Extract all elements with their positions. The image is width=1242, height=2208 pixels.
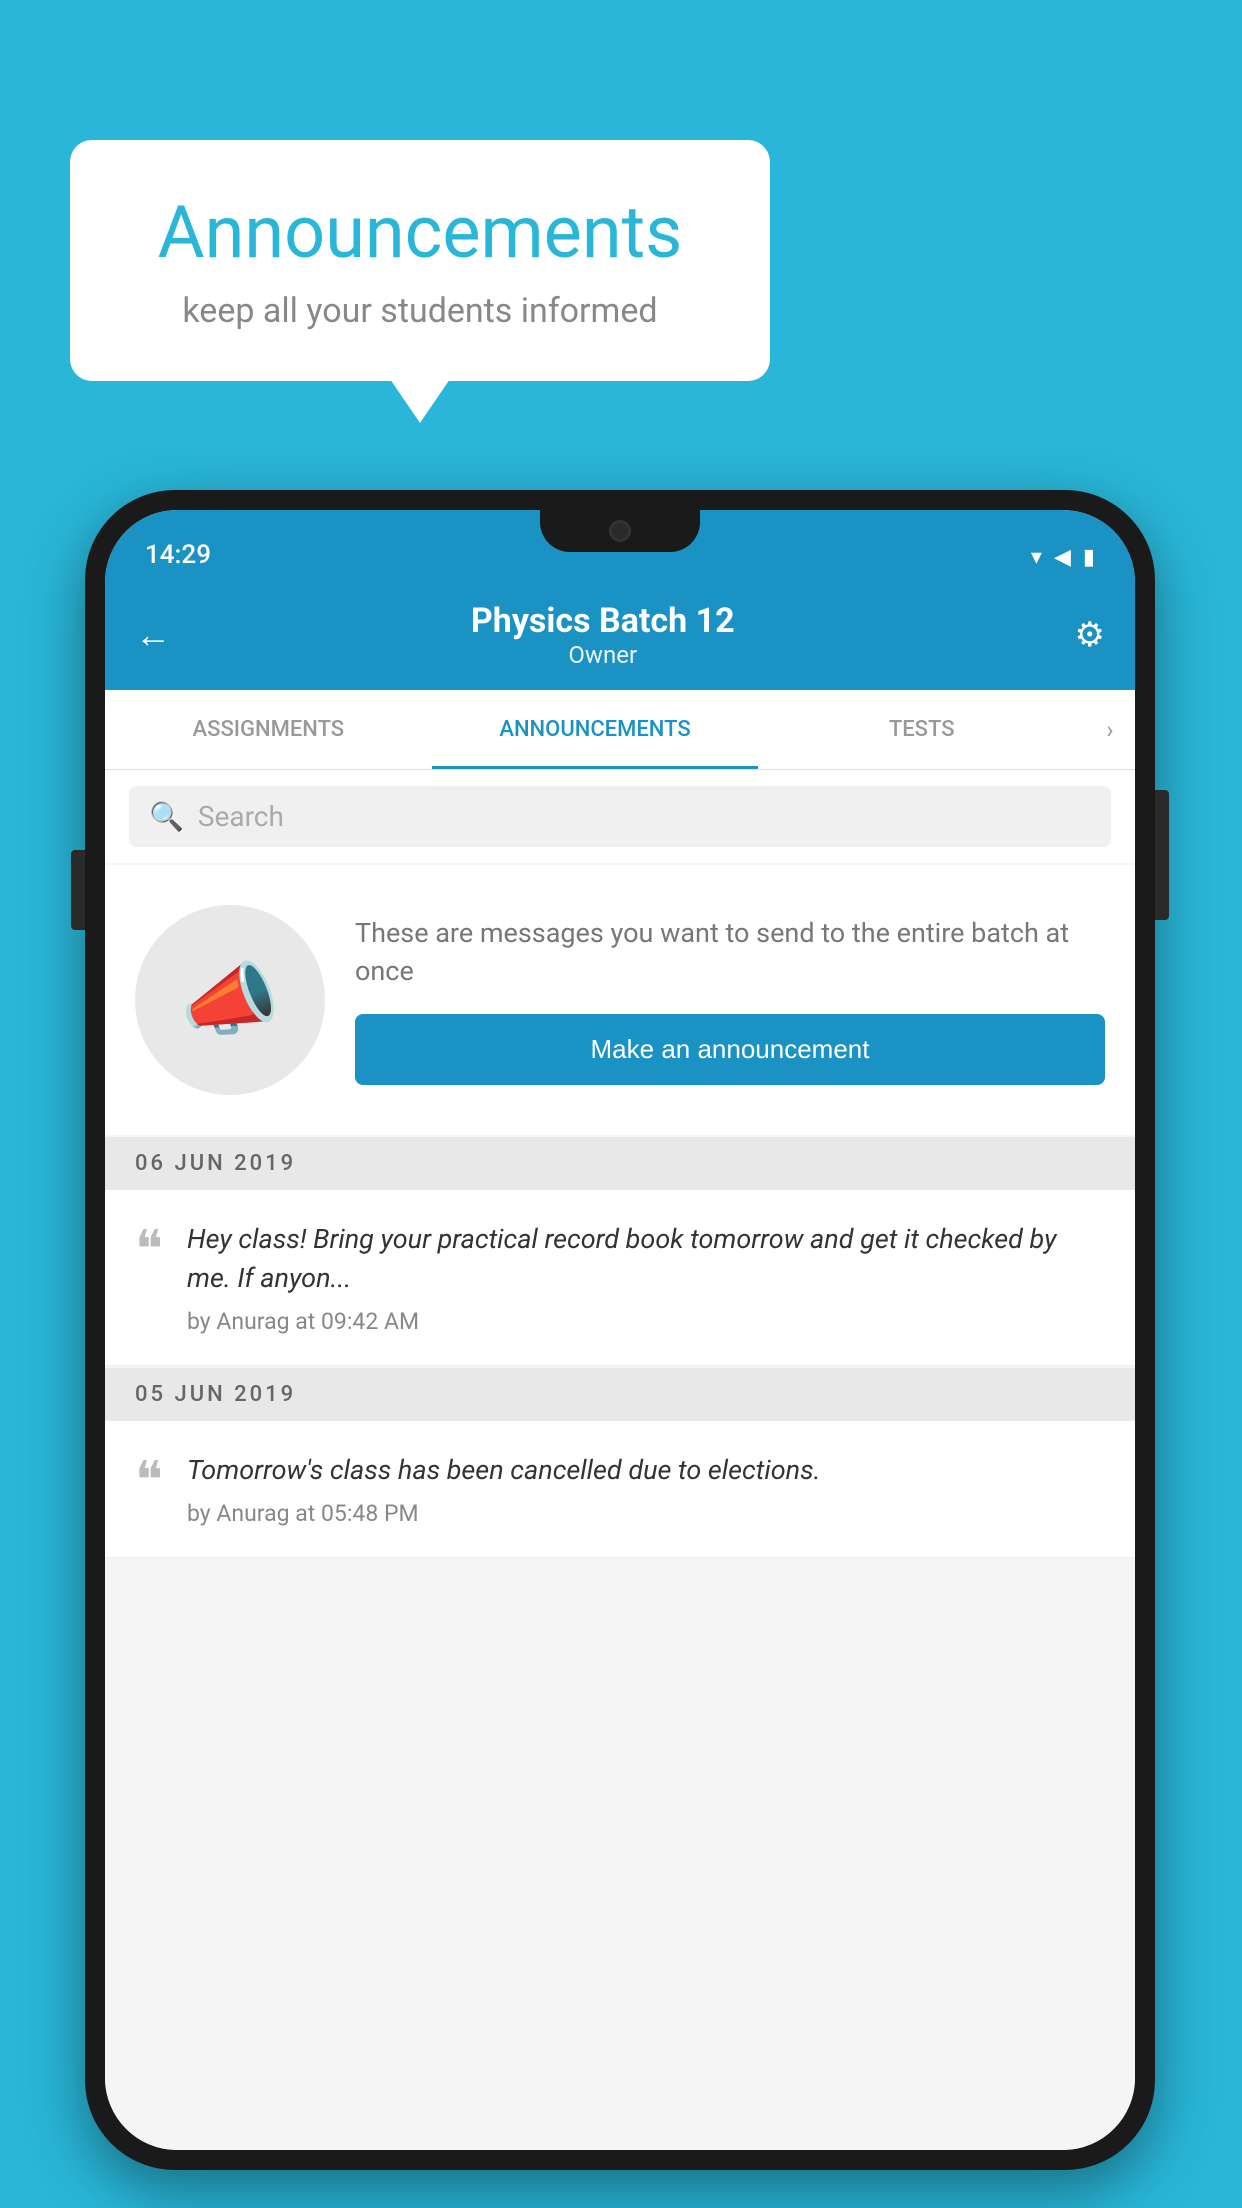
speech-bubble-subtitle: keep all your students informed xyxy=(130,291,710,331)
content-area: 🔍 Search 📣 These are messages you want t… xyxy=(105,770,1135,2150)
announcement-item-1[interactable]: ❝ Hey class! Bring your practical record… xyxy=(105,1190,1135,1366)
phone-outer: 14:29 ▾ ◀ ▮ ← Physics Batch 12 Owner ⚙ xyxy=(85,490,1155,2170)
phone-notch xyxy=(540,510,700,552)
search-bar[interactable]: 🔍 Search xyxy=(129,786,1111,847)
signal-icon: ◀ xyxy=(1054,545,1071,570)
back-button[interactable]: ← xyxy=(135,614,171,656)
status-time: 14:29 xyxy=(145,540,211,570)
wifi-icon: ▾ xyxy=(1031,545,1042,570)
tab-assignments[interactable]: ASSIGNMENTS xyxy=(105,690,432,769)
tab-tests[interactable]: TESTS xyxy=(758,690,1085,769)
speech-bubble-container: Announcements keep all your students inf… xyxy=(70,140,770,381)
status-icons: ▾ ◀ ▮ xyxy=(1031,545,1095,570)
announcement-text-2: Tomorrow's class has been cancelled due … xyxy=(187,1451,1105,1490)
announcement-content-2: Tomorrow's class has been cancelled due … xyxy=(187,1451,1105,1527)
promo-icon-circle: 📣 xyxy=(135,905,325,1095)
date-separator-2: 05 JUN 2019 xyxy=(105,1368,1135,1421)
app-bar-title: Physics Batch 12 xyxy=(191,601,1015,641)
announcement-item-2[interactable]: ❝ Tomorrow's class has been cancelled du… xyxy=(105,1421,1135,1558)
speech-bubble: Announcements keep all your students inf… xyxy=(70,140,770,381)
app-bar-title-area: Physics Batch 12 Owner xyxy=(191,601,1015,669)
announcement-meta-1: by Anurag at 09:42 AM xyxy=(187,1308,1105,1335)
app-bar-subtitle: Owner xyxy=(191,641,1015,669)
announcement-meta-2: by Anurag at 05:48 PM xyxy=(187,1500,1105,1527)
make-announcement-button[interactable]: Make an announcement xyxy=(355,1014,1105,1085)
date-separator-1: 06 JUN 2019 xyxy=(105,1137,1135,1190)
speech-bubble-title: Announcements xyxy=(130,190,710,275)
promo-section: 📣 These are messages you want to send to… xyxy=(105,865,1135,1135)
search-bar-container: 🔍 Search xyxy=(105,770,1135,863)
app-bar: ← Physics Batch 12 Owner ⚙ xyxy=(105,580,1135,690)
quote-icon-1: ❝ xyxy=(135,1224,163,1276)
announcement-content-1: Hey class! Bring your practical record b… xyxy=(187,1220,1105,1335)
tab-more[interactable]: › xyxy=(1085,690,1135,769)
phone-container: 14:29 ▾ ◀ ▮ ← Physics Batch 12 Owner ⚙ xyxy=(85,490,1155,2170)
announcement-text-1: Hey class! Bring your practical record b… xyxy=(187,1220,1105,1298)
promo-text-area: These are messages you want to send to t… xyxy=(355,915,1105,1086)
camera-dot xyxy=(609,520,631,542)
megaphone-icon: 📣 xyxy=(180,953,280,1047)
tab-bar: ASSIGNMENTS ANNOUNCEMENTS TESTS › xyxy=(105,690,1135,770)
promo-description: These are messages you want to send to t… xyxy=(355,915,1105,991)
search-placeholder: Search xyxy=(198,800,284,833)
phone-screen: 14:29 ▾ ◀ ▮ ← Physics Batch 12 Owner ⚙ xyxy=(105,510,1135,2150)
settings-icon[interactable]: ⚙ xyxy=(1075,615,1105,655)
battery-icon: ▮ xyxy=(1083,545,1095,570)
search-icon: 🔍 xyxy=(149,800,184,833)
quote-icon-2: ❝ xyxy=(135,1455,163,1507)
tab-announcements[interactable]: ANNOUNCEMENTS xyxy=(432,690,759,769)
